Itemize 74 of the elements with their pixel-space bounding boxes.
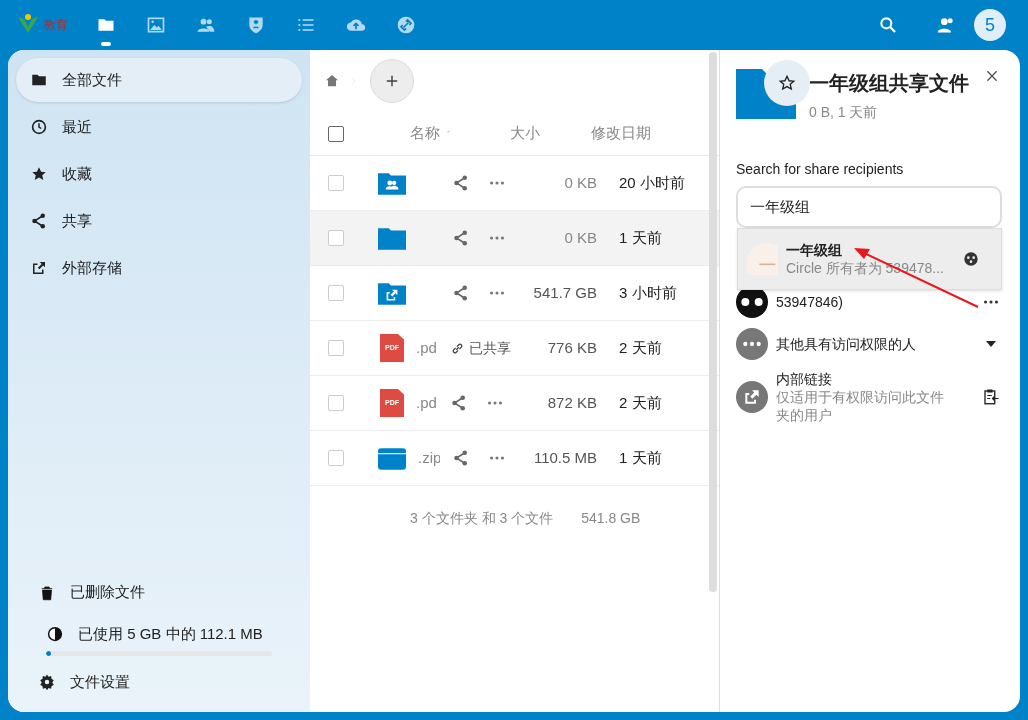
nav-item[interactable]: 外部存储 bbox=[16, 246, 302, 290]
favorite-button[interactable] bbox=[764, 60, 810, 106]
shield-icon bbox=[246, 15, 266, 35]
close-icon[interactable] bbox=[984, 68, 1000, 84]
share-icon[interactable] bbox=[452, 174, 470, 192]
summary-size: 541.8 GB bbox=[581, 508, 641, 528]
external-folder-icon bbox=[378, 281, 406, 305]
file-size: 0 KB bbox=[563, 227, 597, 248]
clock-icon bbox=[30, 118, 48, 136]
file-date: 20 小时前 bbox=[619, 172, 686, 193]
share-icon bbox=[30, 212, 48, 230]
column-header[interactable]: 大小 bbox=[510, 122, 570, 145]
file-date: 1 天前 bbox=[619, 447, 663, 468]
file-size: 541.7 GB bbox=[532, 282, 597, 303]
column-header[interactable]: 名称 bbox=[410, 122, 440, 145]
external-icon bbox=[30, 259, 48, 277]
share-name: 其他具有访问权限的人 bbox=[776, 335, 917, 353]
link-avatar bbox=[736, 381, 768, 413]
nav-item[interactable]: 已删除文件 bbox=[16, 570, 302, 615]
nav-item[interactable]: 全部文件 bbox=[16, 58, 302, 102]
file-name[interactable]: .pd bbox=[416, 391, 438, 415]
settings-icon bbox=[38, 673, 56, 691]
settings-item[interactable]: 文件设置 bbox=[16, 660, 302, 704]
column-header[interactable]: 修改日期 bbox=[591, 122, 651, 145]
avatar[interactable]: 5 bbox=[974, 9, 1006, 41]
contacts-icon[interactable] bbox=[936, 15, 956, 35]
file-size: 872 KB bbox=[546, 392, 597, 413]
share-icon[interactable] bbox=[452, 449, 470, 467]
search-field[interactable]: 一年级组 bbox=[736, 186, 1002, 228]
share-icon[interactable] bbox=[452, 229, 470, 247]
zip-icon bbox=[378, 446, 406, 470]
shared-folder-icon bbox=[378, 171, 406, 195]
quota-text: 已使用 5 GB 中的 112.1 MB bbox=[78, 623, 263, 644]
share-icon[interactable] bbox=[452, 284, 470, 302]
star-icon bbox=[778, 74, 796, 92]
circles-icon bbox=[963, 251, 979, 267]
home-icon[interactable] bbox=[324, 73, 340, 89]
file-date: 1 天前 bbox=[619, 227, 663, 248]
checkbox[interactable] bbox=[328, 125, 344, 142]
file-name[interactable]: .zip bbox=[418, 446, 440, 470]
star-icon bbox=[30, 165, 48, 183]
file-size: 0 KB bbox=[563, 172, 597, 193]
share-name: 53947846) bbox=[776, 293, 844, 311]
more-icon[interactable] bbox=[984, 300, 998, 304]
field-label: Search for share recipients bbox=[736, 160, 905, 179]
nav-item[interactable]: 最近 bbox=[16, 105, 302, 149]
pie-chart-icon bbox=[46, 624, 64, 643]
photos-icon bbox=[146, 15, 166, 35]
file-date: 2 天前 bbox=[619, 337, 663, 358]
more-avatar bbox=[736, 328, 768, 360]
panel-title: 一年级组共享文件 bbox=[809, 71, 969, 96]
shared-button[interactable]: 已共享 bbox=[450, 337, 511, 359]
file-row[interactable]: 0 KB 1 天前 bbox=[310, 211, 719, 266]
share-name: 内部链接 bbox=[776, 370, 833, 388]
avatar bbox=[746, 243, 778, 275]
file-size: 776 KB bbox=[546, 337, 597, 358]
suggestion-name: 一年级组 bbox=[786, 241, 843, 259]
summary-text: 3 个文件夹 和 3 个文件 bbox=[410, 508, 554, 528]
caret-icon[interactable] bbox=[986, 341, 996, 347]
clipboard-icon[interactable] bbox=[982, 388, 1000, 406]
share-detail: 仅适用于有权限访问此文件夹的用户 bbox=[776, 388, 945, 424]
file-date: 3 小时前 bbox=[619, 282, 678, 303]
folder-icon bbox=[378, 226, 406, 250]
nav-item[interactable]: 共享 bbox=[16, 199, 302, 243]
panel-subtitle: 0 B, 1 天前 bbox=[809, 103, 879, 122]
link-icon bbox=[396, 15, 416, 35]
file-size: 110.5 MB bbox=[532, 447, 597, 468]
search-icon[interactable] bbox=[878, 15, 898, 35]
nav-item[interactable]: 收藏 bbox=[16, 152, 302, 196]
file-date: 2 天前 bbox=[619, 392, 663, 413]
file-name[interactable]: .pd bbox=[416, 336, 438, 360]
scrollbar[interactable] bbox=[709, 52, 717, 592]
logo-text: 教育 bbox=[44, 17, 68, 34]
share-icon[interactable] bbox=[450, 394, 468, 412]
